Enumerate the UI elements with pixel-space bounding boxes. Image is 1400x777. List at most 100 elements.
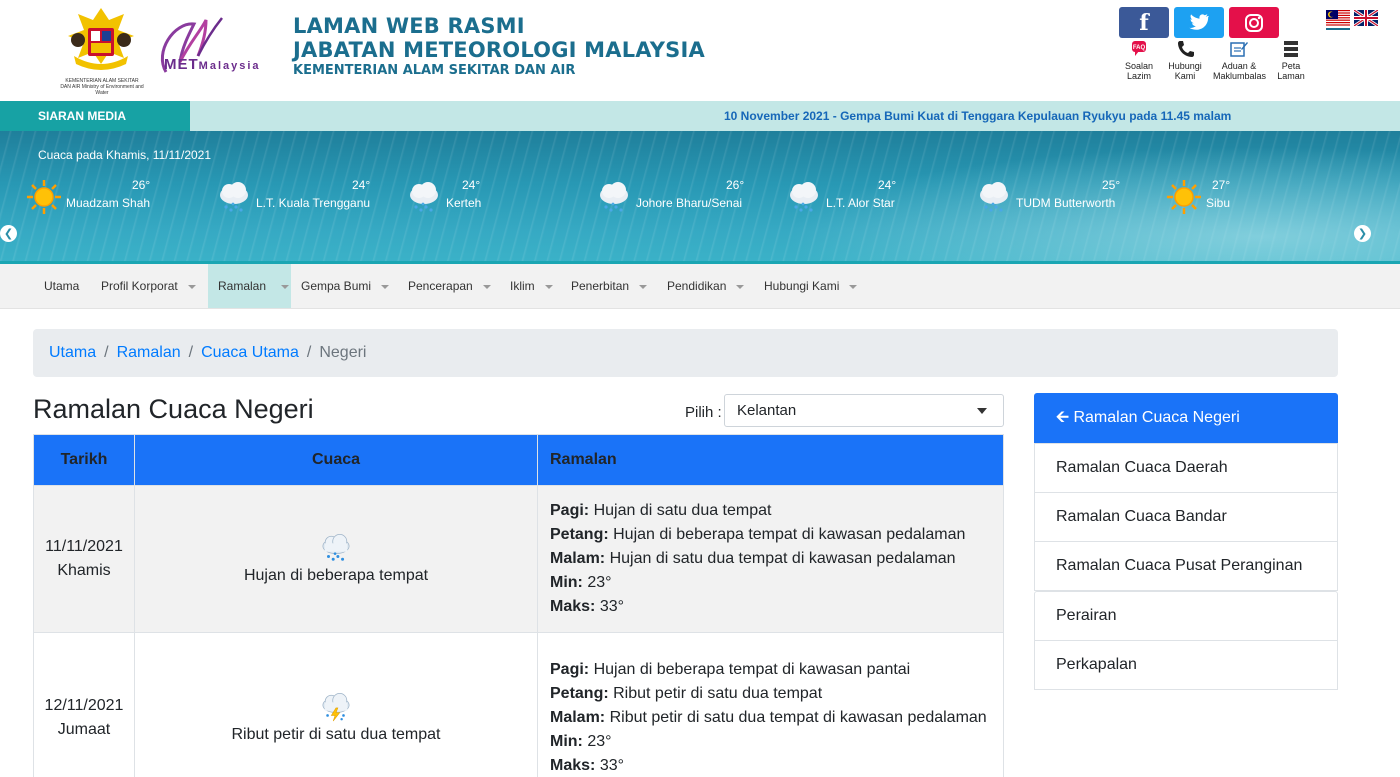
site-title[interactable]: LAMAN WEB RASMI JABATAN METEOROLOGI MALA… bbox=[293, 14, 705, 79]
nav-label: Pendidikan bbox=[667, 279, 727, 293]
chevron-down-icon bbox=[849, 284, 858, 289]
sidebar-item-perairan[interactable]: Perairan bbox=[1034, 591, 1338, 641]
station-item[interactable]: 26° Muadzam Shah bbox=[26, 177, 156, 217]
sidebar-item-pusat-peranginan[interactable]: Ramalan Cuaca Pusat Peranginan bbox=[1034, 541, 1338, 591]
breadcrumb-separator: / bbox=[306, 344, 312, 361]
met-logo-text-sub: Malaysia bbox=[198, 60, 261, 72]
forecast-day: Khamis bbox=[57, 562, 111, 579]
forecast-day: Jumaat bbox=[57, 720, 111, 738]
nav-item-ramalan[interactable]: Ramalan bbox=[208, 264, 291, 308]
nav-label: Pencerapan bbox=[408, 279, 473, 293]
forecast-date-cell: 12/11/2021 Jumaat bbox=[33, 632, 135, 777]
sitemap-link[interactable]: Peta Laman bbox=[1265, 40, 1317, 81]
nav-item-gempa-bumi[interactable]: Gempa Bumi bbox=[292, 264, 398, 308]
sidebar-item-ramalan-cuaca-negeri[interactable]: 🡨 Ramalan Cuaca Negeri bbox=[1034, 393, 1338, 443]
malam-label: Malam: bbox=[550, 708, 606, 726]
nav-item-profil-korporat[interactable]: Profil Korporat bbox=[92, 264, 205, 308]
carousel-prev-button[interactable]: ❮ bbox=[0, 225, 17, 242]
petang-text: Ribut petir di satu dua tempat bbox=[613, 684, 823, 702]
instagram-button[interactable] bbox=[1229, 7, 1279, 38]
chevron-left-icon: ❮ bbox=[3, 228, 14, 240]
uk-flag-icon[interactable] bbox=[1354, 10, 1378, 26]
station-name: Muadzam Shah bbox=[66, 196, 151, 210]
faq-link[interactable]: FAQ Soalan Lazim bbox=[1113, 40, 1165, 81]
site-title-line3: KEMENTERIAN ALAM SEKITAR DAN AIR bbox=[293, 63, 576, 78]
nav-item-pendidikan[interactable]: Pendidikan bbox=[658, 264, 753, 308]
sitemap-icon bbox=[1284, 41, 1298, 57]
weather-banner: Cuaca pada Khamis, 11/11/2021 26° Muadza… bbox=[0, 131, 1400, 263]
station-item[interactable]: 24° Kerteh bbox=[406, 177, 486, 217]
carousel-next-button[interactable]: ❯ bbox=[1354, 225, 1371, 242]
contact-link[interactable]: Hubungi Kami bbox=[1159, 40, 1211, 81]
sidebar-item-bandar[interactable]: Ramalan Cuaca Bandar bbox=[1034, 492, 1338, 542]
page-title: Ramalan Cuaca Negeri bbox=[33, 394, 314, 424]
rain-cloud-icon bbox=[790, 182, 818, 212]
faq-label-2: Lazim bbox=[1126, 71, 1151, 81]
min-label: Min: bbox=[550, 732, 583, 750]
maks-label: Maks: bbox=[550, 598, 596, 615]
breadcrumb-link-utama[interactable]: Utama bbox=[49, 344, 96, 362]
sitemap-label-1: Peta bbox=[1281, 61, 1301, 71]
twitter-icon bbox=[1189, 14, 1209, 30]
feedback-link[interactable]: Aduan & Maklumbalas bbox=[1213, 40, 1266, 81]
breadcrumb-separator: / bbox=[104, 344, 109, 361]
state-select[interactable]: Kelantan bbox=[724, 394, 1004, 427]
breadcrumb-link-cuaca-utama[interactable]: Cuaca Utama bbox=[201, 344, 299, 362]
chevron-down-icon bbox=[736, 284, 745, 289]
chevron-down-icon bbox=[544, 284, 553, 289]
sidebar-item-label: Ramalan Cuaca Bandar bbox=[1056, 508, 1227, 525]
station-item[interactable]: 25° TUDM Butterworth bbox=[976, 177, 1126, 217]
ministry-crest-logo[interactable] bbox=[64, 6, 138, 76]
nav-item-pencerapan[interactable]: Pencerapan bbox=[399, 264, 500, 308]
media-ticker[interactable]: 10 November 2021 - Gempa Bumi Kuat di Te… bbox=[724, 101, 1231, 132]
breadcrumb-link-ramalan[interactable]: Ramalan bbox=[117, 344, 181, 362]
station-temp: 26° bbox=[726, 178, 745, 192]
sidebar-item-daerah[interactable]: Ramalan Cuaca Daerah bbox=[1034, 443, 1338, 493]
nav-item-hubungi-kami[interactable]: Hubungi Kami bbox=[755, 264, 866, 308]
sidebar-item-perkapalan[interactable]: Perkapalan bbox=[1034, 640, 1338, 690]
chevron-down-icon bbox=[187, 284, 196, 289]
malaysia-flag-icon[interactable] bbox=[1326, 10, 1350, 26]
active-language-indicator bbox=[1326, 28, 1350, 30]
state-select-value: Kelantan bbox=[737, 402, 797, 419]
faq-icon: FAQ bbox=[1132, 41, 1146, 56]
main-nav: Utama Profil Korporat Ramalan Gempa Bumi… bbox=[0, 264, 1400, 309]
station-item[interactable]: 24° L.T. Alor Star bbox=[786, 177, 906, 217]
station-temp: 24° bbox=[352, 178, 371, 192]
petang-text: Hujan di beberapa tempat di kawasan peda… bbox=[613, 526, 966, 543]
facebook-icon: f bbox=[1139, 9, 1149, 36]
station-item[interactable]: 24° L.T. Kuala Trengganu bbox=[216, 177, 376, 217]
rain-cloud-icon bbox=[410, 182, 438, 212]
forecast-detail-cell: Pagi: Hujan di beberapa tempat di kawasa… bbox=[537, 632, 1004, 777]
nav-label: Profil Korporat bbox=[101, 279, 178, 293]
chevron-down-icon bbox=[482, 284, 491, 289]
station-item[interactable]: 27° Sibu bbox=[1166, 177, 1236, 217]
crest-caption: KEMENTERIAN ALAM SEKITAR DAN AIR Ministr… bbox=[60, 78, 144, 96]
media-label: SIARAN MEDIA bbox=[0, 101, 190, 131]
chevron-down-icon bbox=[977, 408, 987, 414]
nav-item-iklim[interactable]: Iklim bbox=[501, 264, 562, 308]
station-item[interactable]: 26° Johore Bharu/Senai bbox=[596, 177, 746, 217]
nav-item-penerbitan[interactable]: Penerbitan bbox=[562, 264, 656, 308]
forecast-date: 11/11/2021 bbox=[45, 538, 123, 555]
nav-label: Gempa Bumi bbox=[301, 279, 372, 293]
rain-cloud-icon bbox=[322, 534, 350, 561]
station-name: L.T. Alor Star bbox=[826, 196, 895, 210]
svg-text:FAQ: FAQ bbox=[1133, 45, 1146, 51]
sun-icon bbox=[27, 180, 61, 214]
malam-text: Ribut petir di satu dua tempat di kawasa… bbox=[609, 708, 987, 726]
nav-label: Penerbitan bbox=[571, 279, 630, 293]
nav-item-utama[interactable]: Utama bbox=[35, 264, 88, 308]
site-header: KEMENTERIAN ALAM SEKITAR DAN AIR Ministr… bbox=[0, 0, 1400, 101]
chevron-down-icon bbox=[281, 284, 290, 289]
breadcrumb-separator: / bbox=[188, 344, 194, 361]
pagi-text: Hujan di satu dua tempat bbox=[593, 502, 772, 519]
rain-cloud-icon bbox=[600, 182, 628, 212]
nav-label: Ramalan bbox=[218, 279, 267, 293]
facebook-button[interactable]: f bbox=[1119, 7, 1169, 38]
twitter-button[interactable] bbox=[1174, 7, 1224, 38]
contact-label-2: Kami bbox=[1174, 71, 1196, 81]
table-row: 12/11/2021 Jumaat Ribut petir di satu du… bbox=[33, 632, 1004, 777]
banner-date: Cuaca pada Khamis, 11/11/2021 bbox=[38, 148, 212, 162]
state-select-label: Pilih : bbox=[685, 404, 722, 421]
